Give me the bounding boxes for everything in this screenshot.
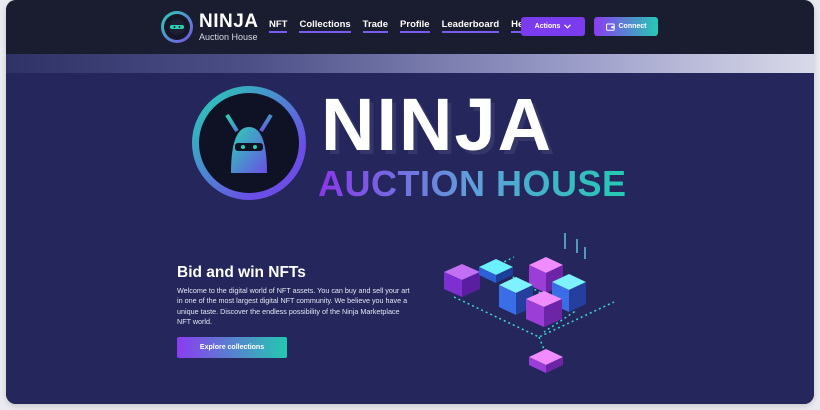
nav-item-nft[interactable]: NFT [269,19,288,33]
hero-description: Welcome to the digital world of NFT asse… [177,286,410,326]
server-network-illustration [444,233,615,373]
nav-item-trade[interactable]: Trade [362,19,389,33]
actions-label: Actions [534,23,561,30]
connect-button[interactable]: Connect [594,17,658,36]
hero-top-gradient [6,54,814,73]
explore-collections-button[interactable]: Explore collections [177,337,287,358]
brand-subtitle: Auction House [199,32,258,42]
ninja-emblem-icon [192,86,306,200]
hero-headline: Bid and win NFTs [177,264,306,281]
hero-subtitle: AUCTION HOUSE [318,163,627,204]
ninja-emblem-inner [199,93,299,193]
actions-button[interactable]: Actions [521,17,585,36]
top-nav: NINJA Auction House NFT Collections Trad… [6,0,814,54]
ninja-face-icon [169,19,185,35]
nav-item-profile[interactable]: Profile [400,19,430,33]
brand-name: NINJA [199,11,259,32]
brand-text: NINJA Auction House [199,12,259,42]
nav-item-leaderboard[interactable]: Leaderboard [441,19,500,33]
app-frame: NINJA Auction House NFT Collections Trad… [6,0,814,404]
nav-item-collections[interactable]: Collections [299,19,351,33]
main-menu: NFT Collections Trade Profile Leaderboar… [269,19,532,33]
ninja-mask-icon [225,113,273,173]
wallet-icon [605,23,615,31]
ninja-logo-inner [164,14,190,40]
hero-title: NINJA [321,83,554,166]
connect-label: Connect [618,23,647,30]
ninja-logo-icon [161,11,193,43]
chevron-down-icon [564,24,572,29]
brand[interactable]: NINJA Auction House [161,11,259,43]
